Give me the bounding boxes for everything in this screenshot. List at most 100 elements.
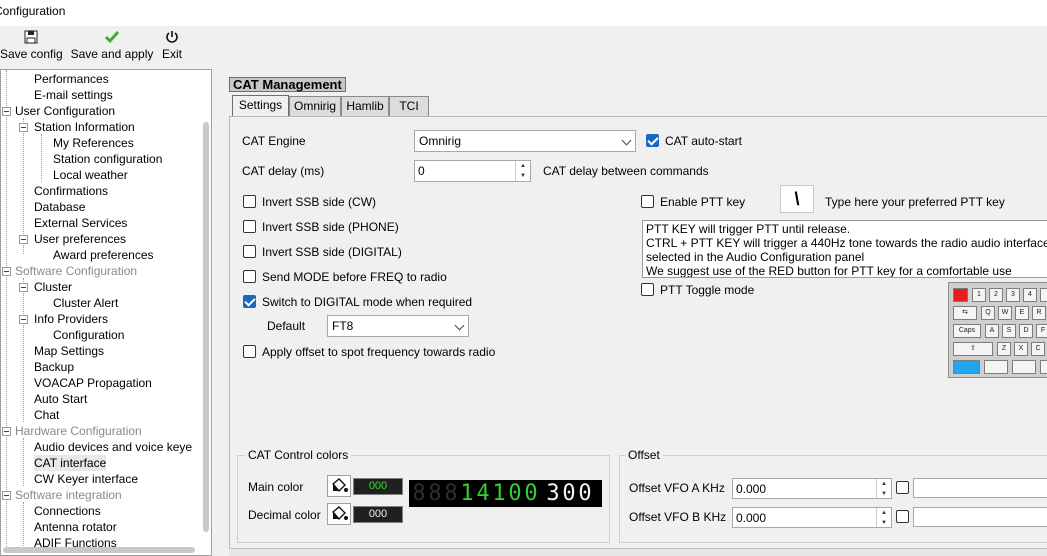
tree-item-station-configuration[interactable]: Station configuration: [53, 151, 162, 167]
tree-item-software-configuration[interactable]: Software Configuration: [15, 263, 137, 279]
tree-item-chat[interactable]: Chat: [34, 407, 59, 423]
panel-horizontal-scrollbar[interactable]: [229, 548, 1047, 556]
switch-digital-checkbox[interactable]: [243, 295, 256, 308]
cat-colors-title: CAT Control colors: [245, 448, 352, 462]
offset-vfo-a-checkbox[interactable]: [896, 481, 909, 494]
tree-item-cluster[interactable]: Cluster: [34, 279, 72, 295]
invert-ssb-phone-label: Invert SSB side (PHONE): [262, 220, 399, 234]
send-mode-checkbox[interactable]: [243, 270, 256, 283]
spin-down-icon[interactable]: ▼: [877, 518, 891, 528]
collapse-toggle-icon[interactable]: [2, 491, 11, 500]
tree-item-voacap-propagation[interactable]: VOACAP Propagation: [34, 375, 152, 391]
tab-hamlib[interactable]: Hamlib: [341, 96, 389, 116]
tree-item-configuration[interactable]: Configuration: [53, 327, 124, 343]
tree-item-map-settings[interactable]: Map Settings: [34, 343, 104, 359]
tree-item-external-services[interactable]: External Services: [34, 215, 127, 231]
tree-item-cat-interface[interactable]: CAT interface: [34, 455, 107, 471]
ctrl-key: [953, 360, 980, 374]
spin-down-icon[interactable]: ▼: [877, 489, 891, 499]
tree-item-user-preferences[interactable]: User preferences: [34, 231, 126, 247]
invert-ssb-digital-checkbox[interactable]: [243, 245, 256, 258]
ptt-key-hint: Type here your preferred PTT key: [825, 195, 1005, 209]
exit-button[interactable]: Exit: [160, 30, 184, 61]
tree-item-connections[interactable]: Connections: [34, 503, 101, 519]
collapse-toggle-icon[interactable]: [2, 107, 11, 116]
tree-item-database[interactable]: Database: [34, 199, 85, 215]
keyboard-key: Caps: [953, 324, 981, 338]
tree-item-info-providers[interactable]: Info Providers: [34, 311, 108, 327]
offset-vfo-a-spinbox[interactable]: 0.000 ▲ ▼: [732, 478, 892, 499]
tab-omnirig[interactable]: Omnirig: [289, 96, 341, 116]
default-mode-value: FT8: [332, 319, 354, 333]
spin-up-icon[interactable]: ▲: [877, 508, 891, 518]
offset-vfo-a-value: 0.000: [736, 482, 767, 496]
save-config-button[interactable]: Save config: [0, 30, 63, 61]
frequency-display: 8 8 8 1 4 1 0 0 3 0 0: [409, 480, 602, 507]
tree-horizontal-scrollbar[interactable]: [3, 547, 195, 553]
invert-ssb-cw-checkbox[interactable]: [243, 195, 256, 208]
spin-up-icon[interactable]: ▲: [877, 479, 891, 489]
default-mode-select[interactable]: FT8: [327, 315, 469, 337]
offset-vfo-b-spinbox[interactable]: 0.000 ▲ ▼: [732, 507, 892, 528]
cat-engine-value: Omnirig: [419, 134, 462, 148]
offset-vfo-b-checkbox[interactable]: [896, 510, 909, 523]
ptt-key-input[interactable]: \: [780, 185, 814, 213]
settings-tree[interactable]: Performances E-mail settings User Config…: [0, 69, 212, 556]
apply-offset-label: Apply offset to spot frequency towards r…: [262, 345, 496, 359]
tree-vertical-scrollbar[interactable]: [203, 122, 209, 532]
invert-ssb-phone-checkbox[interactable]: [243, 220, 256, 233]
collapse-toggle-icon[interactable]: [2, 427, 11, 436]
tree-item-cw-keyer-interface[interactable]: CW Keyer interface: [34, 471, 138, 487]
tab-tci[interactable]: TCI: [389, 96, 429, 116]
tree-item-award-preferences[interactable]: Award preferences: [53, 247, 154, 263]
offset-vfo-b-label: Offset VFO B KHz: [629, 510, 727, 524]
tab-key: ⇆: [953, 306, 977, 320]
cat-delay-spinbox[interactable]: 0 ▲ ▼: [414, 160, 531, 182]
apply-offset-checkbox[interactable]: [243, 345, 256, 358]
tree-item-email-settings[interactable]: E-mail settings: [34, 87, 113, 103]
frequency-digit: 1: [492, 481, 506, 506]
enable-ptt-checkbox[interactable]: [641, 195, 654, 208]
tree-item-audio-devices[interactable]: Audio devices and voice keye: [34, 439, 192, 455]
tab-settings[interactable]: Settings: [232, 95, 289, 117]
invert-ssb-digital-label: Invert SSB side (DIGITAL): [262, 245, 402, 259]
collapse-toggle-icon[interactable]: [2, 267, 11, 276]
switch-digital-label: Switch to DIGITAL mode when required: [262, 295, 473, 309]
tree-item-backup[interactable]: Backup: [34, 359, 74, 375]
keyboard-key: [1040, 288, 1047, 302]
frequency-digit: 1: [460, 481, 474, 506]
offset-vfo-b-text[interactable]: [913, 507, 1047, 527]
collapse-toggle-icon[interactable]: [19, 123, 28, 132]
tree-item-auto-start[interactable]: Auto Start: [34, 391, 87, 407]
tree-item-performances[interactable]: Performances: [34, 71, 109, 87]
tree-item-antenna-rotator[interactable]: Antenna rotator: [34, 519, 117, 535]
tree-item-my-references[interactable]: My References: [53, 135, 134, 151]
keyboard-key: 2: [989, 288, 1003, 302]
spin-down-icon[interactable]: ▼: [516, 171, 530, 181]
tree-item-hardware-configuration[interactable]: Hardware Configuration: [15, 423, 142, 439]
tree-item-station-information[interactable]: Station Information: [34, 119, 135, 135]
collapse-toggle-icon[interactable]: [19, 283, 28, 292]
decimal-color-picker-button[interactable]: [327, 503, 351, 525]
main-color-picker-button[interactable]: [327, 475, 351, 497]
ptt-toggle-checkbox[interactable]: [641, 283, 654, 296]
frequency-digit: 8: [428, 481, 442, 506]
keyboard-image: 1 2 3 4 ⇆ Q W E R Caps A S D F ⇧ Z X C: [948, 282, 1047, 378]
collapse-toggle-icon[interactable]: [19, 315, 28, 324]
tree-item-user-configuration[interactable]: User Configuration: [15, 103, 115, 119]
tree-item-local-weather[interactable]: Local weather: [53, 167, 128, 183]
keyboard-key: 1: [972, 288, 986, 302]
tree-item-software-integration[interactable]: Software integration: [15, 487, 122, 503]
spin-up-icon[interactable]: ▲: [516, 161, 530, 171]
collapse-toggle-icon[interactable]: [19, 235, 28, 244]
ptt-info-line: CTRL + PTT KEY will trigger a 440Hz tone…: [646, 236, 1047, 250]
cat-autostart-checkbox[interactable]: [646, 134, 659, 147]
offset-vfo-a-text[interactable]: [913, 478, 1047, 498]
paint-bucket-icon: [332, 478, 348, 493]
tree-item-cluster-alert[interactable]: Cluster Alert: [53, 295, 118, 311]
cat-engine-select[interactable]: Omnirig: [414, 130, 636, 152]
tree-item-confirmations[interactable]: Confirmations: [34, 183, 108, 199]
frequency-digit: 0: [578, 481, 592, 506]
save-and-apply-button[interactable]: Save and apply: [70, 30, 154, 61]
frequency-digit: 4: [476, 481, 490, 506]
